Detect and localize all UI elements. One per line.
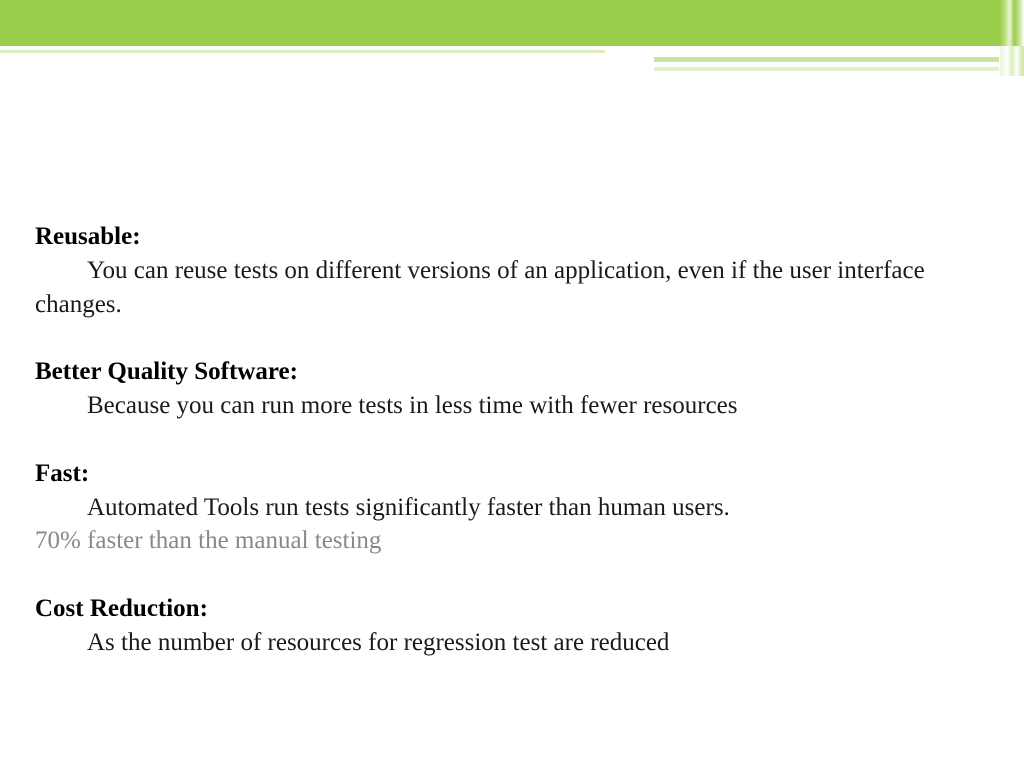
heading-quality: Better Quality Software: — [35, 355, 984, 389]
note-fast: 70% faster than the manual testing — [35, 524, 984, 558]
header-underline-left — [0, 50, 605, 53]
slide-content: Reusable: You can reuse tests on differe… — [35, 220, 984, 694]
section-reusable: Reusable: You can reuse tests on differe… — [35, 220, 984, 321]
header-band — [0, 0, 1024, 46]
body-cost: As the number of resources for regressio… — [35, 626, 984, 660]
header-right-edge-stripe — [1000, 46, 1024, 76]
heading-reusable: Reusable: — [35, 220, 984, 254]
body-reusable: You can reuse tests on different version… — [35, 254, 984, 322]
heading-fast: Fast: — [35, 457, 984, 491]
body-fast-text: Automated Tools run tests significantly … — [87, 494, 730, 521]
section-quality: Better Quality Software: Because you can… — [35, 355, 984, 423]
body-quality: Because you can run more tests in less t… — [35, 389, 984, 423]
body-reusable-text: You can reuse tests on different version… — [35, 257, 925, 318]
body-quality-text: Because you can run more tests in less t… — [87, 392, 738, 419]
body-fast: Automated Tools run tests significantly … — [35, 491, 984, 525]
header-underline-right-1 — [654, 57, 999, 62]
section-cost: Cost Reduction: As the number of resourc… — [35, 592, 984, 660]
header-underline-right-2 — [654, 67, 999, 71]
body-cost-text: As the number of resources for regressio… — [87, 629, 669, 656]
section-fast: Fast: Automated Tools run tests signific… — [35, 457, 984, 558]
header-accent-right — [1000, 0, 1024, 46]
heading-cost: Cost Reduction: — [35, 592, 984, 626]
